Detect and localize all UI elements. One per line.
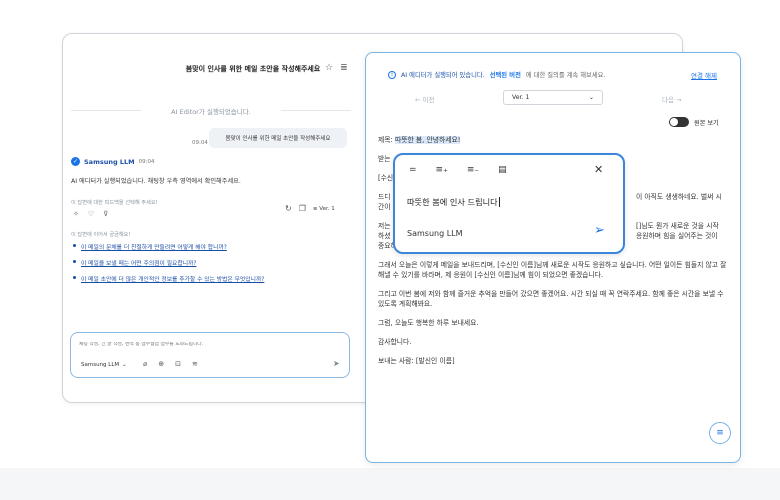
input-tools: ⌀ ⊕ ⊡ ≋	[143, 360, 198, 368]
model-select[interactable]: Samsung LLM ⌄	[81, 362, 127, 368]
version-select-label: Ver. 1	[512, 94, 530, 101]
follow-up-item[interactable]: 이 메일 초안에 더 많은 개인적인 정보를 추가할 수 있는 방법은 무엇입니…	[73, 274, 264, 283]
send-icon[interactable]: ➢	[594, 223, 605, 238]
follow-up-prompt: 이 답변에 이어서 궁금해요!	[71, 232, 131, 238]
paragraph: 그럼, 오늘도 행복한 하루 보내세요.	[378, 319, 479, 327]
follow-up-item[interactable]: 이 메일의 문체를 더 친절하게 만들려면 어떻게 해야 합니까?	[73, 242, 264, 251]
popup-toolbar: = ≡₊ ≡₋ ▤	[409, 165, 507, 175]
prev-button[interactable]: ← 이전	[415, 94, 434, 104]
paragraph-continuation: 이 아직도 생생하네요. 벌써 시	[636, 193, 722, 201]
version-select[interactable]: Ver. 1 ⌄	[503, 90, 603, 105]
feedback-icons: ✧ ♡ ⊽	[73, 210, 108, 218]
list-icon[interactable]: ≡	[709, 422, 731, 444]
background-band	[0, 468, 780, 500]
refresh-icon[interactable]: ↻	[285, 204, 292, 213]
paragraph-tail: 간이	[378, 203, 391, 211]
follow-up-list: 이 메일의 문체를 더 친절하게 만들려면 어떻게 해야 합니까? 이 메일을 …	[73, 242, 264, 290]
sparkle-icon[interactable]: ✧	[73, 210, 79, 218]
version-chip-label: Ver. 1	[319, 205, 335, 212]
subject-value: 따뜻한 봄, 안녕하세요!	[394, 136, 461, 144]
text-caret	[498, 197, 500, 207]
paragraph: 그래서 오늘은 이렇게 메일을 보내드리며, [수신인 이름]님께 새로운 시작…	[378, 261, 727, 279]
attach-icon[interactable]: ⌀	[143, 360, 147, 368]
chat-input[interactable]	[79, 342, 309, 347]
paragraph-start: 저는	[378, 222, 391, 230]
ai-editor-panel: i AI 에디터가 실행되어 있습니다. 선택된 버전 에 대한 질의를 계속 해보…	[365, 52, 741, 463]
subject-label: 제목:	[378, 136, 393, 144]
paragraph: 그리고 이번 봄에 저와 함께 즐거운 추억을 만들어 갔으면 좋겠어요. 시간…	[378, 290, 724, 308]
inline-edit-popup: = ≡₊ ≡₋ ▤ ✕ 따뜻한 봄에 인사 드립니다 Samsung LLM ➢	[393, 153, 625, 254]
disconnect-link[interactable]: 연결 해제	[691, 70, 717, 80]
info-icon: i	[388, 70, 396, 79]
download-icon[interactable]: ⤓	[314, 63, 318, 73]
next-button[interactable]: 다음 →	[662, 94, 681, 104]
add-icon[interactable]: ⊕	[158, 360, 164, 368]
paragraph-continuation: []님도 뭔가 새로운 것을 시작	[636, 222, 719, 230]
paragraph-continuation: 응원하며 힘을 실어주는 것이	[636, 232, 718, 240]
paragraph: 보내는 사람: [발신인 이름]	[378, 357, 455, 365]
subject-line: 제목: 따뜻한 봄, 안녕하세요!	[378, 135, 728, 145]
stack-icon[interactable]: ≋	[192, 360, 198, 368]
user-message: 봄맞이 인사를 위한 메일 초안을 작성해주세요	[209, 128, 347, 148]
llm-name: Samsung LLM	[84, 157, 135, 166]
version-chip[interactable]: ≡ Ver. 1	[313, 206, 335, 212]
remove-lines-icon[interactable]: ≡₋	[467, 165, 479, 175]
menu-icon[interactable]: ≣	[340, 63, 348, 73]
chevron-down-icon: ⌄	[588, 94, 594, 101]
original-toggle[interactable]	[669, 117, 689, 127]
info-prefix: AI 에디터가 실행되어 있습니다.	[401, 72, 485, 79]
llm-header: ✓ Samsung LLM 09:04	[71, 157, 155, 166]
paragraph: 감사합니다.	[378, 338, 412, 346]
close-icon[interactable]: ✕	[594, 163, 603, 176]
copy-icon[interactable]: ❐	[299, 204, 306, 213]
answer-tools: ↻ ❐ ≡ Ver. 1	[285, 204, 335, 213]
check-icon: ✓	[71, 157, 80, 166]
chat-header-icons: ⤓ ☆ ≣	[314, 63, 348, 73]
feedback-prompt: 이 답변에 대한 피드백을 선택해 주세요!	[71, 200, 158, 206]
chevron-down-icon: ⌄	[122, 362, 127, 368]
popup-input-text: 따뜻한 봄에 인사 드립니다	[407, 197, 498, 207]
user-message-time: 09:04	[192, 140, 208, 146]
llm-message: AI 에디터가 실행되었습니다. 채팅창 우측 영역에서 확인해주세요.	[71, 178, 241, 185]
info-suffix: 에 대한 질의를 계속 해보세요.	[525, 72, 606, 79]
add-lines-icon[interactable]: ≡₊	[436, 165, 448, 175]
model-select-label: Samsung LLM	[81, 362, 120, 368]
original-toggle-row: 원본 보기	[669, 117, 719, 127]
system-message: AI Editor가 실행되었습니다.	[71, 106, 351, 116]
follow-up-item[interactable]: 이 메일을 보낼 때는 어떤 주의점이 필요합니까?	[73, 258, 264, 267]
original-toggle-label: 원본 보기	[694, 119, 719, 127]
send-icon[interactable]: ➤	[333, 359, 340, 368]
llm-time: 09:04	[138, 158, 155, 165]
document-icon[interactable]: ▤	[498, 165, 507, 175]
star-icon[interactable]: ☆	[325, 63, 333, 73]
paragraph-start: 드디	[378, 193, 391, 201]
image-icon[interactable]: ⊡	[175, 360, 181, 368]
thumbs-up-icon[interactable]: ♡	[88, 210, 94, 218]
info-highlight: 선택된 버전	[489, 72, 521, 79]
equals-icon[interactable]: =	[409, 165, 417, 175]
chat-input-box: Samsung LLM ⌄ ⌀ ⊕ ⊡ ≋ ➤	[70, 332, 350, 378]
thumbs-down-icon[interactable]: ⊽	[103, 210, 108, 218]
popup-model-label: Samsung LLM	[407, 229, 463, 238]
editor-info-bar: i AI 에디터가 실행되어 있습니다. 선택된 버전 에 대한 질의를 계속 해보…	[388, 70, 605, 79]
popup-input[interactable]: 따뜻한 봄에 인사 드립니다	[407, 196, 500, 208]
paragraph-tail: 하셨	[378, 232, 391, 240]
